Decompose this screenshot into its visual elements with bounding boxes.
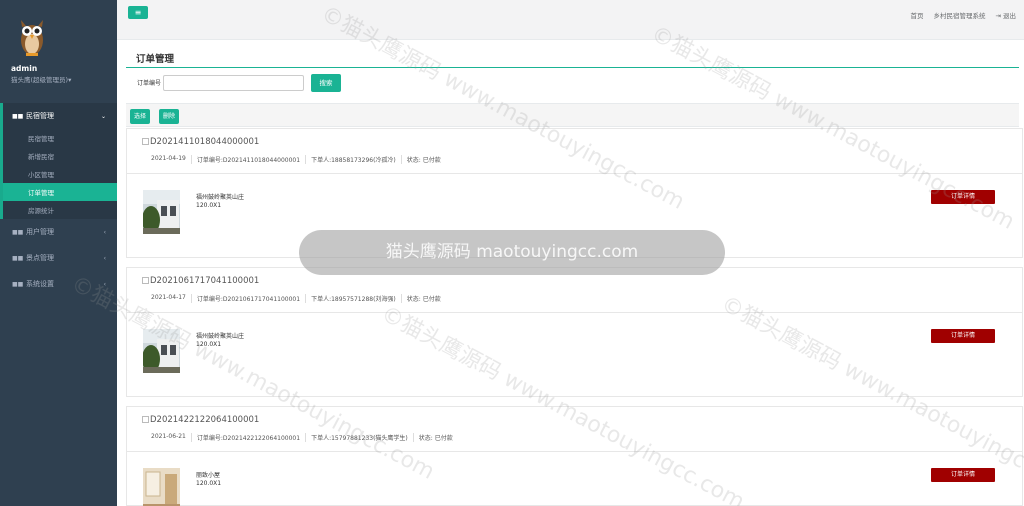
item-quantity: 120.0X1: [196, 480, 222, 487]
chevron-left-icon: ‹: [103, 280, 106, 288]
order-detail-button[interactable]: 订单详情: [931, 468, 995, 482]
chevron-down-icon: ⌄: [100, 112, 106, 120]
order-number-title: D2021061717041100001: [150, 276, 260, 286]
order-detail-button[interactable]: 订单详情: [931, 329, 995, 343]
room-thumbnail: [143, 468, 180, 506]
order-buyer: 下单人:18957571288(刘海强): [305, 294, 401, 303]
order-date: 2021-04-19: [151, 155, 186, 162]
chevron-left-icon: ‹: [103, 228, 106, 236]
order-date: 2021-06-21: [151, 433, 186, 440]
logout-label: 退出: [1003, 12, 1016, 20]
owl-avatar[interactable]: [18, 14, 46, 58]
item-name: 福州鼓岭聚英山庄: [196, 194, 245, 201]
nav-group-attractions[interactable]: ■■ 景点管理 ‹: [0, 245, 117, 271]
item-name: 福州鼓岭聚英山庄: [196, 333, 245, 340]
search-label: 订单编号: [137, 80, 162, 87]
order-status: 状态: 已付款: [412, 433, 458, 442]
order-number-search-input[interactable]: [163, 75, 304, 91]
nav-group-label: 民宿管理: [26, 112, 54, 120]
title-divider: [126, 67, 1019, 68]
nav-group-settings[interactable]: ■■ 系统设置 ‹: [0, 271, 117, 297]
delete-button[interactable]: 删除: [159, 109, 180, 124]
order-number-title: D2021422122064100001: [150, 415, 260, 425]
page-title: 订单管理: [136, 54, 175, 65]
top-bar: ≡ 首页 乡村民宿管理系统 ⇥ 退出: [117, 0, 1024, 40]
homestay-thumbnail: [143, 190, 180, 234]
admin-name: admin: [11, 64, 38, 73]
order-body: 丽致小屋 120.0X1 订单详情: [127, 452, 1022, 506]
system-name-link[interactable]: 乡村民宿管理系统: [933, 10, 985, 20]
item-quantity: 120.0X1: [196, 202, 222, 209]
logout-link[interactable]: ⇥ 退出: [995, 10, 1016, 20]
order-body: 福州鼓岭聚英山庄 120.0X1 订单详情: [127, 174, 1022, 259]
profile-block: admin 猫头鹰(超级管理员)▾: [0, 0, 117, 98]
chevron-left-icon: ‹: [103, 254, 106, 262]
order-status: 状态: 已付款: [400, 155, 446, 164]
order-card: D2021061717041100001 2021-04-17 订单编号:D20…: [126, 267, 1023, 397]
top-links: 首页 乡村民宿管理系统 ⇥ 退出: [910, 10, 1016, 20]
main-content: 订单管理 订单编号 搜索 选择 删除 D2021411018044000001 …: [117, 40, 1024, 506]
order-header: D2021422122064100001 2021-06-21 订单编号:D20…: [127, 407, 1022, 452]
grid-icon: ■■: [12, 254, 24, 262]
sub-item-add-homestay[interactable]: 新增民宿: [3, 147, 117, 165]
nav-group-homestay[interactable]: ■■ 民宿管理 ⌄: [0, 103, 117, 129]
order-meta: 2021-06-21 订单编号:D2021422122064100001 下单人…: [146, 433, 458, 442]
homestay-subnav: 民宿管理 新增民宿 小区管理 订单管理 房源统计: [0, 129, 117, 219]
search-button[interactable]: 搜索: [311, 74, 341, 92]
order-meta: 2021-04-19 订单编号:D2021411018044000001 下单人…: [146, 155, 446, 164]
order-body: 福州鼓岭聚英山庄 120.0X1 订单详情: [127, 313, 1022, 398]
nav-group-users[interactable]: ■■ 用户管理 ‹: [0, 219, 117, 245]
order-number: 订单编号:D2021422122064100001: [190, 433, 305, 442]
order-checkbox[interactable]: [142, 416, 149, 423]
item-name: 丽致小屋: [196, 472, 221, 479]
order-status: 状态: 已付款: [400, 294, 446, 303]
sub-item-homestay-manage[interactable]: 民宿管理: [3, 129, 117, 147]
nav-group-label: 系统设置: [26, 280, 54, 288]
grid-icon: ■■: [12, 112, 24, 120]
homestay-thumbnail: [143, 329, 180, 373]
order-card: D2021411018044000001 2021-04-19 订单编号:D20…: [126, 128, 1023, 258]
order-number-title: D2021411018044000001: [150, 137, 260, 147]
logout-icon: ⇥: [995, 12, 1001, 20]
select-button[interactable]: 选择: [130, 109, 151, 124]
sidebar: admin 猫头鹰(超级管理员)▾ ■■ 民宿管理 ⌄ 民宿管理 新增民宿 小区…: [0, 0, 117, 506]
side-nav: ■■ 民宿管理 ⌄ 民宿管理 新增民宿 小区管理 订单管理 房源统计 ■■ 用户…: [0, 103, 117, 297]
grid-icon: ■■: [12, 280, 24, 288]
action-bar: 选择 删除: [126, 103, 1019, 127]
order-number: 订单编号:D2021411018044000001: [190, 155, 305, 164]
order-buyer: 下单人:18858173296(冷孤冷): [305, 155, 401, 164]
sub-item-community-manage[interactable]: 小区管理: [3, 165, 117, 183]
nav-group-label: 景点管理: [26, 254, 54, 262]
menu-toggle-button[interactable]: ≡: [128, 6, 148, 19]
sub-item-order-manage[interactable]: 订单管理: [3, 183, 117, 201]
grid-icon: ■■: [12, 228, 24, 236]
order-header: D2021061717041100001 2021-04-17 订单编号:D20…: [127, 268, 1022, 313]
order-number: 订单编号:D2021061717041100001: [190, 294, 305, 303]
order-detail-button[interactable]: 订单详情: [931, 190, 995, 204]
order-buyer: 下单人:15797881233(猫头鹰学生): [305, 433, 413, 442]
home-link[interactable]: 首页: [910, 10, 923, 20]
nav-group-label: 用户管理: [26, 228, 54, 236]
order-checkbox[interactable]: [142, 138, 149, 145]
order-header: D2021411018044000001 2021-04-19 订单编号:D20…: [127, 129, 1022, 174]
order-meta: 2021-04-17 订单编号:D2021061717041100001 下单人…: [146, 294, 446, 303]
order-date: 2021-04-17: [151, 294, 186, 301]
item-quantity: 120.0X1: [196, 341, 222, 348]
order-card: D2021422122064100001 2021-06-21 订单编号:D20…: [126, 406, 1023, 506]
admin-role-dropdown[interactable]: 猫头鹰(超级管理员)▾: [11, 74, 71, 84]
order-checkbox[interactable]: [142, 277, 149, 284]
sub-item-listing-stats[interactable]: 房源统计: [3, 201, 117, 219]
